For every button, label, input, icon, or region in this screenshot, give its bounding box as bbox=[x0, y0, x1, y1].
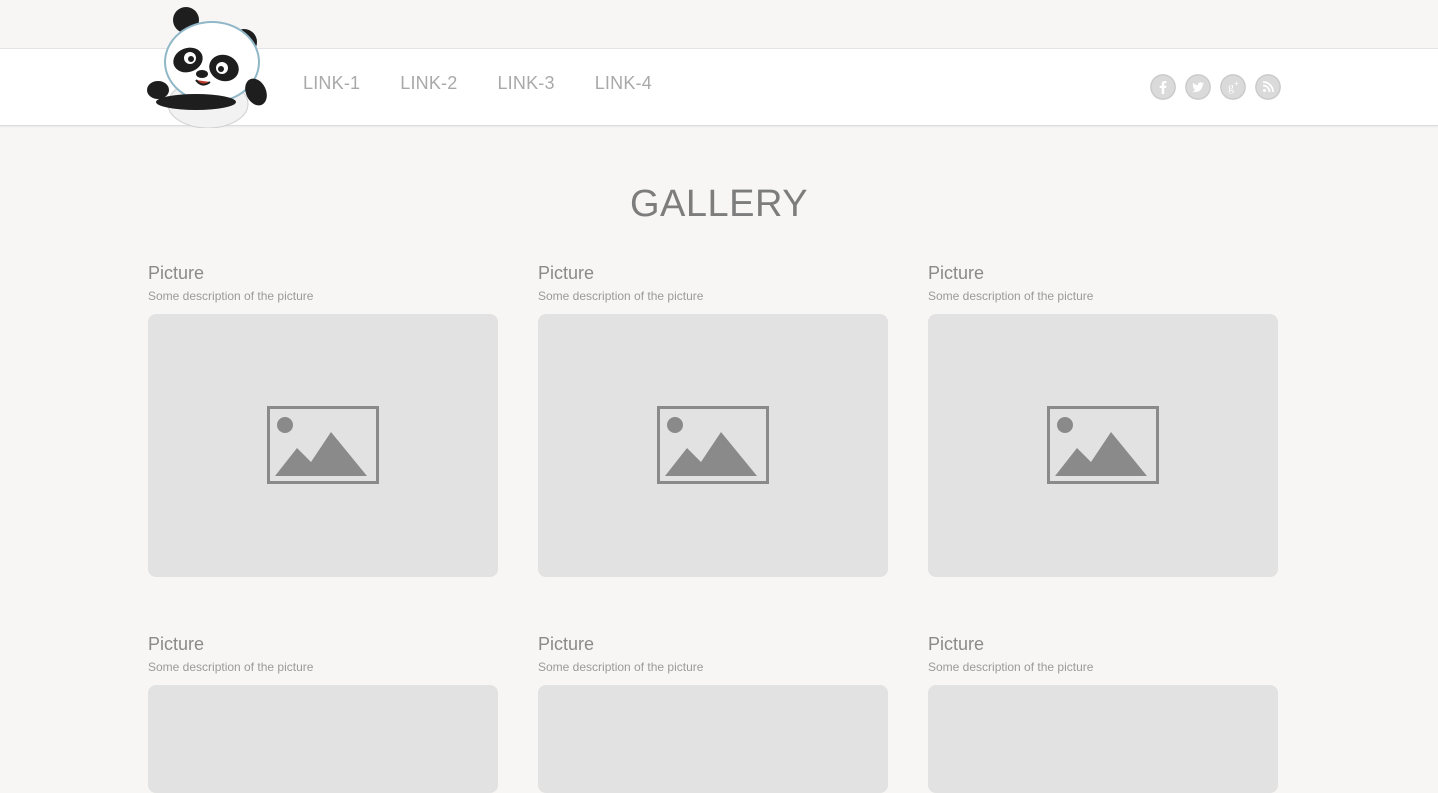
picture-title: Picture bbox=[538, 263, 595, 283]
page-title: GALLERY bbox=[629, 183, 809, 225]
picture-title: Picture bbox=[148, 634, 205, 654]
twitter-icon[interactable] bbox=[1185, 74, 1211, 100]
nav-link-3[interactable]: LINK-3 bbox=[497, 73, 554, 94]
picture-title: Picture bbox=[928, 263, 985, 283]
facebook-icon[interactable] bbox=[1150, 74, 1176, 100]
picture-title: Picture bbox=[148, 263, 205, 283]
gallery-item: Picture Some description of the picture bbox=[928, 263, 1278, 577]
image-icon bbox=[657, 406, 769, 484]
image-icon bbox=[267, 406, 379, 484]
svg-text:+: + bbox=[1234, 79, 1239, 88]
gallery-item: Picture Some description of the picture bbox=[148, 263, 498, 577]
gallery-item: Picture Some description of the picture bbox=[538, 263, 888, 577]
panda-logo[interactable] bbox=[146, 6, 270, 129]
nav-link-4[interactable]: LINK-4 bbox=[595, 73, 652, 94]
rss-icon[interactable] bbox=[1255, 74, 1281, 100]
gallery-item: Picture Some description of the picture bbox=[928, 634, 1278, 793]
picture-placeholder[interactable] bbox=[928, 314, 1278, 577]
picture-placeholder[interactable] bbox=[538, 685, 888, 793]
picture-placeholder[interactable] bbox=[928, 685, 1278, 793]
main-nav: LINK-1 LINK-2 LINK-3 LINK-4 bbox=[303, 73, 652, 94]
gallery-item: Picture Some description of the picture bbox=[538, 634, 888, 793]
picture-description: Some description of the picture bbox=[538, 660, 704, 674]
picture-title: Picture bbox=[928, 634, 985, 654]
picture-placeholder[interactable] bbox=[538, 314, 888, 577]
gallery-item: Picture Some description of the picture bbox=[148, 634, 498, 793]
image-icon bbox=[1047, 406, 1159, 484]
picture-description: Some description of the picture bbox=[538, 289, 704, 303]
picture-description: Some description of the picture bbox=[928, 660, 1094, 674]
picture-placeholder[interactable] bbox=[148, 685, 498, 793]
google-plus-icon[interactable]: g + bbox=[1220, 74, 1246, 100]
picture-title: Picture bbox=[538, 634, 595, 654]
picture-placeholder[interactable] bbox=[148, 314, 498, 577]
picture-description: Some description of the picture bbox=[148, 289, 314, 303]
nav-link-1[interactable]: LINK-1 bbox=[303, 73, 360, 94]
picture-description: Some description of the picture bbox=[928, 289, 1094, 303]
nav-link-2[interactable]: LINK-2 bbox=[400, 73, 457, 94]
picture-description: Some description of the picture bbox=[148, 660, 314, 674]
social-links: g + bbox=[1150, 74, 1281, 100]
